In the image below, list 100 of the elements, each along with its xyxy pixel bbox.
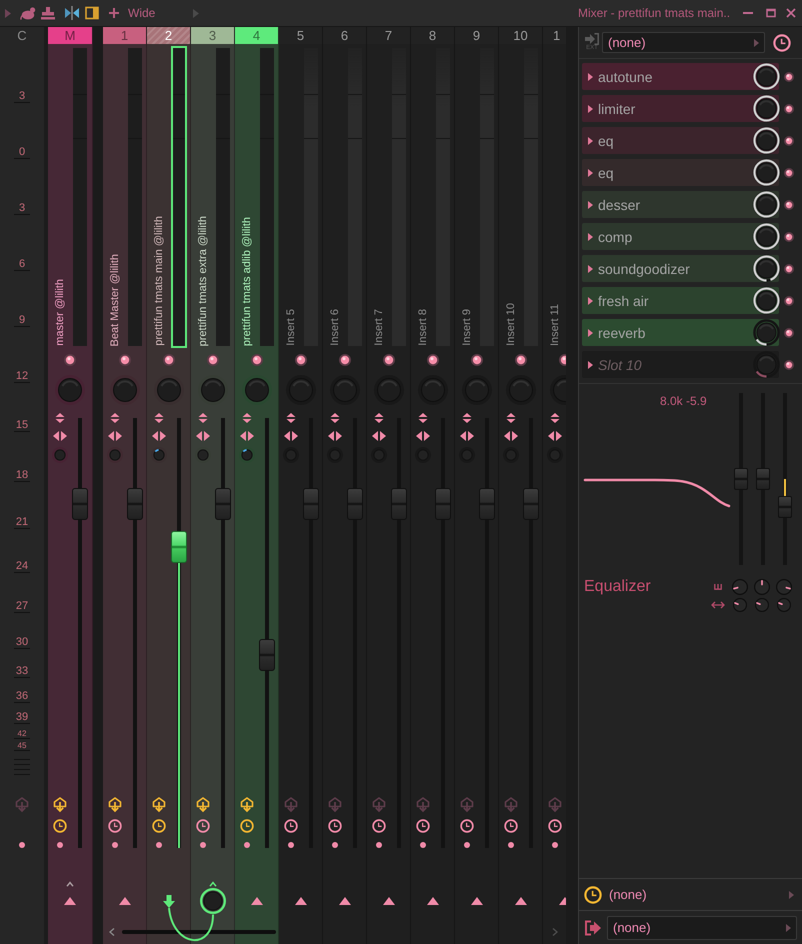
- led-icon[interactable]: [784, 104, 794, 114]
- led-icon[interactable]: [784, 232, 794, 242]
- eq-width-knob[interactable]: [755, 598, 769, 612]
- send-triangle-icon[interactable]: [426, 897, 438, 905]
- effect-slot[interactable]: comp: [582, 223, 779, 250]
- up-down-arrows-icon[interactable]: [110, 413, 120, 423]
- left-right-arrows-icon[interactable]: [108, 431, 122, 441]
- led-icon[interactable]: [426, 354, 438, 366]
- led-icon[interactable]: [784, 200, 794, 210]
- eq-width-knob[interactable]: [777, 598, 791, 612]
- effect-slot[interactable]: Slot 10: [582, 351, 779, 378]
- clock-icon[interactable]: [284, 819, 298, 833]
- mix-knob[interactable]: [753, 319, 780, 346]
- up-down-arrows-icon[interactable]: [330, 413, 340, 423]
- bowtie-icon[interactable]: [64, 6, 80, 20]
- up-down-arrows-icon[interactable]: [462, 413, 472, 423]
- mix-knob[interactable]: [753, 63, 780, 90]
- small-knob[interactable]: [151, 447, 167, 463]
- fader-thumb[interactable]: [303, 488, 319, 520]
- up-down-arrows-icon[interactable]: [286, 413, 296, 423]
- output-dropdown[interactable]: (none): [607, 916, 797, 940]
- mix-knob[interactable]: [753, 287, 780, 314]
- send-knob[interactable]: [200, 888, 226, 914]
- left-right-arrows-icon[interactable]: [284, 431, 298, 441]
- clock-icon[interactable]: [504, 819, 518, 833]
- left-right-arrows-icon[interactable]: [53, 431, 67, 441]
- led-icon[interactable]: [118, 354, 130, 366]
- led-icon[interactable]: [784, 360, 794, 370]
- eq-frequency-knob[interactable]: [776, 579, 792, 595]
- left-right-arrows-icon[interactable]: [504, 431, 518, 441]
- output-arrow-icon[interactable]: [584, 920, 602, 936]
- scroll-left-icon[interactable]: [109, 928, 115, 936]
- led-icon[interactable]: [784, 168, 794, 178]
- clock-icon[interactable]: [53, 819, 67, 833]
- arm-arrow-icon[interactable]: [152, 797, 166, 813]
- eq-frequency-knob[interactable]: [754, 579, 770, 595]
- fader-thumb[interactable]: [215, 488, 231, 520]
- fader-thumb[interactable]: [347, 488, 363, 520]
- mix-knob[interactable]: [753, 127, 780, 154]
- track-header[interactable]: 2: [147, 27, 190, 44]
- close-icon[interactable]: [786, 8, 796, 18]
- led-icon[interactable]: [162, 354, 174, 366]
- left-right-arrows-icon[interactable]: [416, 431, 430, 441]
- led-icon[interactable]: [382, 354, 394, 366]
- caret-up-icon[interactable]: [208, 881, 216, 887]
- eq-frequency-knob[interactable]: [732, 579, 748, 595]
- plus-icon[interactable]: [109, 8, 119, 18]
- effect-slot[interactable]: soundgoodizer: [582, 255, 779, 282]
- track-header[interactable]: 3: [191, 27, 234, 44]
- led-icon[interactable]: [784, 72, 794, 82]
- eq-width-knob[interactable]: [733, 598, 747, 612]
- send-triangle-icon[interactable]: [514, 897, 526, 905]
- led-icon[interactable]: [338, 354, 350, 366]
- stamp-icon[interactable]: [41, 6, 55, 20]
- mouse-icon[interactable]: [20, 6, 36, 20]
- clock-icon[interactable]: [416, 819, 430, 833]
- led-icon[interactable]: [784, 296, 794, 306]
- led-icon[interactable]: [206, 354, 218, 366]
- eq-band-thumb[interactable]: [778, 496, 792, 518]
- clock-icon[interactable]: [108, 819, 122, 833]
- up-down-arrows-icon[interactable]: [242, 413, 252, 423]
- fader-thumb[interactable]: [127, 488, 143, 520]
- up-down-arrows-icon[interactable]: [198, 413, 208, 423]
- clock-icon[interactable]: [548, 819, 562, 833]
- arm-arrow-icon[interactable]: [196, 797, 210, 813]
- eq-band-thumb[interactable]: [756, 468, 770, 490]
- mix-knob[interactable]: [753, 223, 780, 250]
- send-triangle-icon[interactable]: [294, 897, 306, 905]
- led-icon[interactable]: [64, 354, 76, 366]
- up-down-arrows-icon[interactable]: [374, 413, 384, 423]
- left-right-arrows-icon[interactable]: [460, 431, 474, 441]
- maximize-icon[interactable]: [766, 8, 776, 18]
- clock-icon[interactable]: [372, 819, 386, 833]
- left-right-arrows-icon[interactable]: [548, 431, 562, 441]
- led-icon[interactable]: [784, 328, 794, 338]
- up-down-arrows-icon[interactable]: [55, 413, 65, 423]
- led-icon[interactable]: [250, 354, 262, 366]
- fader-thumb[interactable]: [259, 638, 275, 670]
- caret-up-icon[interactable]: [66, 881, 74, 887]
- mix-knob[interactable]: [753, 191, 780, 218]
- up-down-arrows-icon[interactable]: [418, 413, 428, 423]
- effect-slot[interactable]: reeverb: [582, 319, 779, 346]
- clock-icon[interactable]: [240, 819, 254, 833]
- mix-knob[interactable]: [753, 159, 780, 186]
- track-header[interactable]: 4: [235, 27, 278, 44]
- effect-slot[interactable]: eq: [582, 159, 779, 186]
- clock-icon[interactable]: [152, 819, 166, 833]
- fader-thumb[interactable]: [72, 488, 88, 520]
- input-dropdown[interactable]: (none): [602, 32, 765, 53]
- led-icon[interactable]: [784, 136, 794, 146]
- clock-icon[interactable]: [773, 34, 791, 52]
- effect-slot[interactable]: autotune: [582, 63, 779, 90]
- send-triangle-icon[interactable]: [338, 897, 350, 905]
- layout-mode-label[interactable]: Wide: [128, 6, 156, 20]
- eq-band-thumb[interactable]: [734, 468, 748, 490]
- fader-thumb[interactable]: [435, 488, 451, 520]
- left-right-arrows-icon[interactable]: [196, 431, 210, 441]
- effect-slot[interactable]: fresh air: [582, 287, 779, 314]
- clock-icon[interactable]: [328, 819, 342, 833]
- send-triangle-icon[interactable]: [470, 897, 482, 905]
